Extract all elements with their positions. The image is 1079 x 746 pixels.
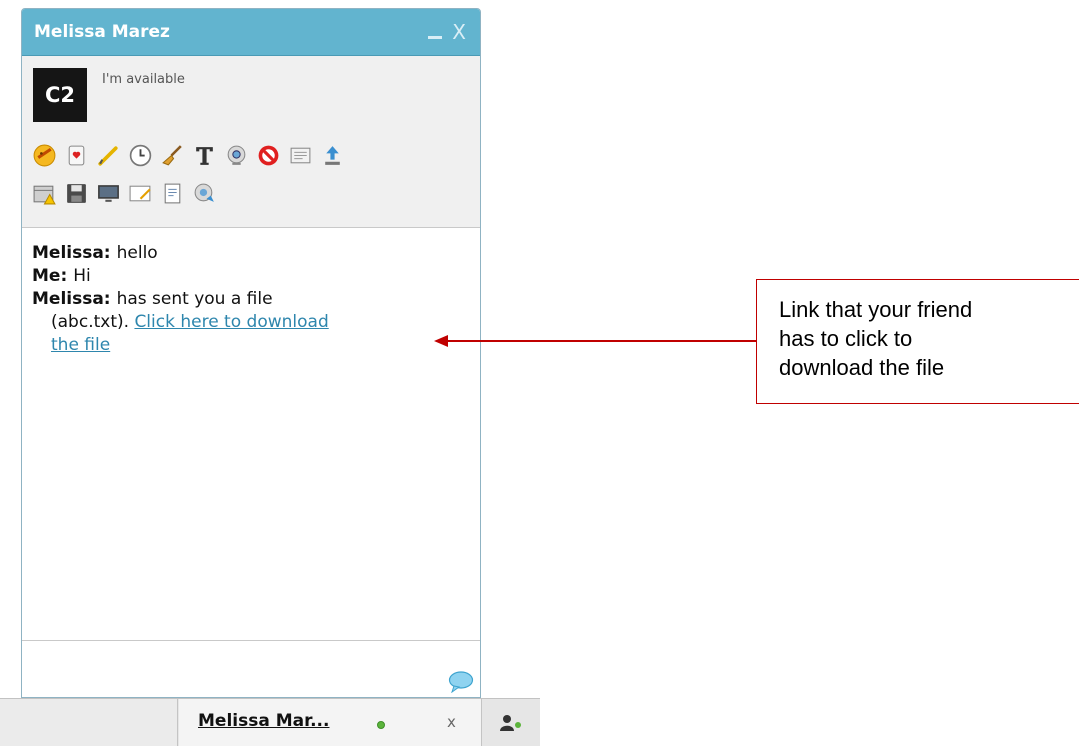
message-item: Melissa: has sent you a file bbox=[32, 288, 470, 311]
callout-text-line: has to click to bbox=[779, 326, 913, 351]
close-icon[interactable]: X bbox=[452, 22, 466, 42]
whiteboard-icon[interactable] bbox=[127, 180, 154, 207]
upload-icon[interactable] bbox=[319, 142, 346, 169]
notes-icon[interactable] bbox=[287, 142, 314, 169]
message-list: Melissa: hello Me: Hi Melissa: has sent you… bbox=[22, 230, 480, 640]
taskbar-tab-label[interactable]: Melissa Mar... bbox=[198, 711, 329, 731]
callout-text-line: download the file bbox=[779, 355, 945, 380]
chat-titlebar[interactable]: Melissa Marez X bbox=[22, 9, 480, 56]
callout-arrow-line bbox=[447, 340, 756, 342]
message-input[interactable] bbox=[22, 640, 480, 697]
chat-toolbar bbox=[31, 136, 471, 212]
download-link-continued[interactable]: the file bbox=[51, 335, 110, 355]
message-text: Hi bbox=[73, 266, 91, 286]
chat-taskbar: Melissa Mar... x bbox=[0, 698, 540, 746]
taskbar-empty-slot bbox=[0, 699, 178, 746]
message-sender: Melissa: bbox=[32, 289, 111, 309]
online-status-icon bbox=[377, 721, 385, 729]
calendar-warning-icon[interactable] bbox=[31, 180, 58, 207]
save-icon[interactable] bbox=[63, 180, 90, 207]
buddy-list-button[interactable] bbox=[482, 699, 540, 746]
chat-title: Melissa Marez bbox=[34, 22, 170, 42]
file-transfer-line: the file bbox=[32, 334, 470, 357]
screen-share-icon[interactable] bbox=[95, 180, 122, 207]
avatar[interactable]: C2 bbox=[33, 68, 87, 122]
callout-text-line: Link that your friend bbox=[779, 297, 973, 322]
card-icon[interactable] bbox=[63, 142, 90, 169]
file-name: (abc.txt). bbox=[51, 312, 130, 332]
callout-arrowhead bbox=[434, 335, 448, 347]
user-online-icon bbox=[500, 714, 521, 731]
text-format-icon[interactable] bbox=[191, 142, 218, 169]
webcam-icon[interactable] bbox=[223, 142, 250, 169]
toolbar-row-1 bbox=[31, 136, 471, 174]
message-text: has sent you a file bbox=[116, 289, 273, 309]
message-sender: Me: bbox=[32, 266, 68, 286]
close-icon[interactable]: x bbox=[447, 713, 456, 731]
video-call-icon[interactable] bbox=[191, 180, 218, 207]
block-icon[interactable] bbox=[255, 142, 282, 169]
pen-icon[interactable] bbox=[95, 142, 122, 169]
message-text: hello bbox=[116, 243, 158, 263]
minimize-icon[interactable] bbox=[428, 35, 443, 39]
window-controls: X bbox=[428, 22, 466, 42]
message-item: Melissa: hello bbox=[32, 242, 470, 265]
broom-icon[interactable] bbox=[159, 142, 186, 169]
message-item: Me: Hi bbox=[32, 265, 470, 288]
emoticon-icon[interactable] bbox=[31, 142, 58, 169]
message-sender: Melissa: bbox=[32, 243, 111, 263]
status-message[interactable]: I'm available bbox=[102, 72, 185, 87]
callout-box: Link that your friend has to click to do… bbox=[756, 279, 1079, 404]
toolbar-row-2 bbox=[31, 174, 471, 212]
chat-window: Melissa Marez X C2 I'm available Melissa… bbox=[21, 8, 481, 698]
download-link[interactable]: Click here to download bbox=[134, 312, 328, 332]
file-transfer-line: (abc.txt). Click here to download bbox=[32, 311, 470, 334]
chat-bubble-icon[interactable] bbox=[448, 671, 474, 694]
taskbar-chat-tab[interactable]: Melissa Mar... x bbox=[179, 699, 481, 746]
chat-header: C2 I'm available bbox=[22, 56, 480, 228]
document-icon[interactable] bbox=[159, 180, 186, 207]
clock-icon[interactable] bbox=[127, 142, 154, 169]
